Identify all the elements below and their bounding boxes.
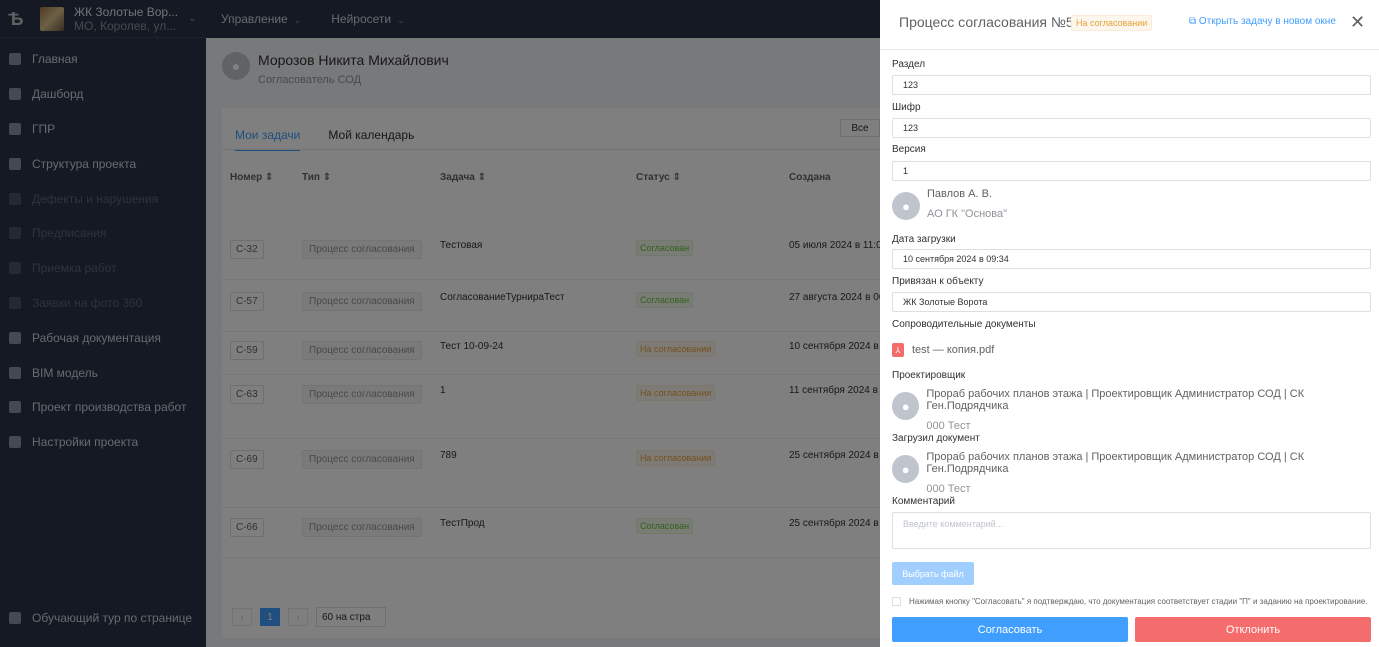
comment-input[interactable]: Введите комментарий... [892,512,1371,549]
designer-label: Проектировщик [892,370,966,381]
approval-drawer: Процесс согласования №59 На согласовании… [880,0,1379,647]
comment-label: Комментарий [892,496,955,507]
reject-button[interactable]: Отклонить [1135,617,1371,642]
approve-button[interactable]: Согласовать [892,617,1128,642]
author-info: ● Павлов А. В. АО ГК "Основа" [892,188,1007,220]
consent-text: Нажимая кнопку "Согласовать" я подтвержд… [909,597,1368,606]
pdf-icon: ⅄ [892,343,904,357]
author-avatar: ● [892,192,920,220]
object-label: Привязан к объекту [892,276,984,287]
docs-label: Сопроводительные документы [892,319,1036,330]
doc-file-name: test — копия.pdf [912,344,995,356]
uploader-avatar: ● [892,455,920,483]
drawer-title: Процесс согласования №59 [899,14,1082,30]
modal-overlay[interactable] [0,0,880,647]
designer-org: 000 Тест [926,420,971,432]
uploader-info: ● Прораб рабочих планов этажа | Проектир… [892,451,1379,495]
consent-row: Нажимая кнопку "Согласовать" я подтвержд… [892,597,1368,606]
close-icon[interactable]: ✕ [1350,12,1365,33]
open-link-label: Открыть задачу в новом окне [1198,16,1336,27]
consent-checkbox[interactable] [892,597,901,606]
cipher-field[interactable]: 123 [892,118,1371,138]
designer-info: ● Прораб рабочих планов этажа | Проектир… [892,388,1379,432]
status-badge: На согласовании [1071,15,1153,31]
version-field[interactable]: 1 [892,161,1371,181]
designer-name: Прораб рабочих планов этажа | Проектиров… [926,388,1305,412]
open-in-new-window-link[interactable]: ⧉ Открыть задачу в новом окне [1189,16,1336,27]
section-label: Раздел [892,59,926,70]
section-field[interactable]: 123 [892,75,1371,95]
object-field[interactable]: ЖК Золотые Ворота [892,292,1371,312]
version-label: Версия [892,144,926,155]
uploader-name: Прораб рабочих планов этажа | Проектиров… [926,451,1305,475]
upload-date-field[interactable]: 10 сентября 2024 в 09:34 [892,249,1371,269]
doc-file-link[interactable]: ⅄ test — копия.pdf [892,343,994,357]
drawer-header: Процесс согласования №59 На согласовании… [880,0,1379,50]
pick-file-button[interactable]: Выбрать файл [892,562,974,585]
cipher-label: Шифр [892,102,921,113]
uploader-org: 000 Тест [926,483,971,495]
uploader-label: Загрузил документ [892,433,980,444]
author-name: Павлов А. В. [927,188,993,200]
upload-date-label: Дата загрузки [892,234,956,245]
designer-avatar: ● [892,392,920,420]
author-org: АО ГК "Основа" [927,208,1008,220]
external-link-icon: ⧉ [1189,16,1197,27]
